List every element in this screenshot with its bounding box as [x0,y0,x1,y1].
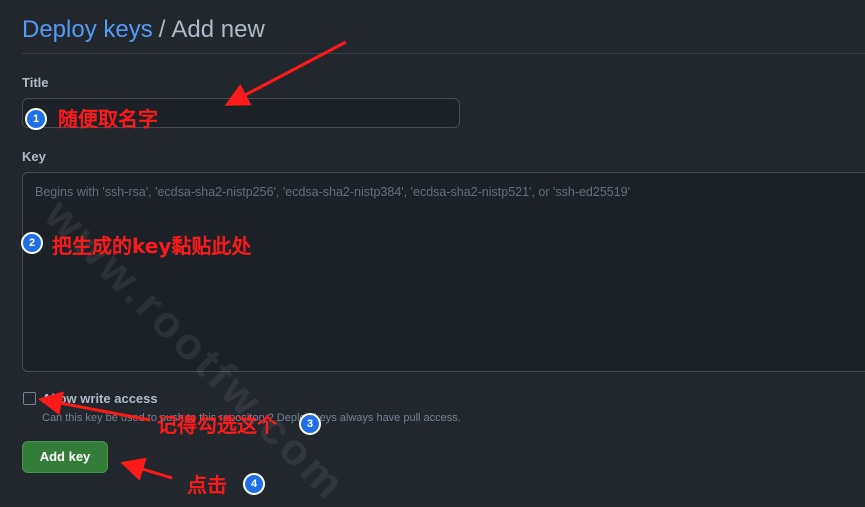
step-4-annotation: 点击 [187,473,227,497]
arrow-to-title [224,40,347,106]
step-3-badge: 3 [299,413,321,435]
step-4-badge: 4 [243,473,265,495]
step-2-badge: 2 [21,232,43,254]
step-3-annotation: 记得勾选这个 [157,413,277,437]
arrow-to-add-button [120,457,173,481]
step-1-badge: 1 [25,108,47,130]
step-2-annotation: 把生成的key黏贴此处 [52,234,252,258]
step-1-annotation: 随便取名字 [58,107,158,131]
deploy-key-page: Deploy keys / Add new Title Key Begins wit… [0,0,865,507]
arrow-to-checkbox [38,391,151,422]
